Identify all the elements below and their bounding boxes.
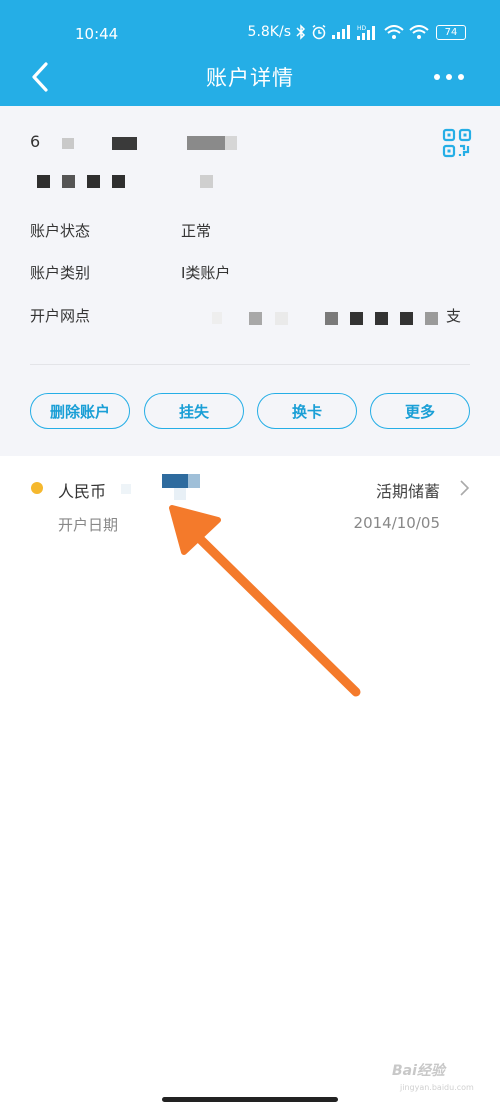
currency-label: 人民币: [58, 482, 107, 501]
wifi-icon: [384, 24, 404, 39]
replace-card-button[interactable]: 换卡: [257, 393, 357, 429]
mask-block: [62, 138, 74, 149]
mask-block: [225, 136, 237, 150]
network-speed: 5.8K/s: [247, 24, 291, 40]
mask-block: [350, 312, 363, 325]
mask-block: [212, 312, 222, 324]
delete-account-button[interactable]: 删除账户: [30, 393, 130, 429]
more-button[interactable]: 更多: [370, 393, 470, 429]
page-title: 账户详情: [206, 66, 294, 90]
watermark-logo: Bai经验: [392, 1063, 445, 1079]
account-card: 6 账户状态 正常 账户类别 I类账户 开户网点 支 删除账户 挂失 换卡 更多: [0, 106, 500, 456]
wifi-icon: [409, 24, 429, 39]
mask-block: [425, 312, 438, 325]
mask-block: [275, 312, 288, 325]
mask-block: [200, 175, 213, 188]
account-category-value: I类账户: [181, 264, 231, 282]
status-icons: 5.8K/s HD 74: [248, 24, 466, 40]
account-status-value: 正常: [181, 222, 212, 240]
battery-icon: 74: [436, 24, 466, 40]
mask-block: [400, 312, 413, 325]
account-status-label: 账户状态: [30, 222, 91, 240]
mask-block: [37, 175, 50, 188]
home-indicator[interactable]: [162, 1097, 338, 1102]
open-date-label: 开户日期: [58, 516, 119, 534]
mask-block: [249, 312, 262, 325]
app-header: 10:44 5.8K/s HD 74 账户详情: [0, 0, 500, 106]
mask-block: [188, 474, 200, 488]
mask-block: [112, 175, 125, 188]
mask-block: [325, 312, 338, 325]
opening-branch-value: 支: [446, 307, 462, 325]
mask-block: [112, 137, 137, 150]
account-number-prefix: 6: [30, 132, 41, 151]
signal-icon: [332, 25, 350, 39]
account-category-label: 账户类别: [30, 264, 91, 282]
bluetooth-icon: [296, 24, 306, 40]
account-type-label: 活期储蓄: [375, 482, 440, 501]
hd-signal-icon: HD: [357, 25, 375, 40]
divider: [30, 364, 470, 365]
mask-block: [187, 136, 225, 150]
mask-block: [162, 474, 188, 488]
more-dots-icon[interactable]: [432, 66, 466, 88]
watermark-url: jingyan.baidu.com: [400, 1083, 474, 1092]
alarm-icon: [312, 24, 326, 40]
mask-block: [121, 484, 131, 494]
status-time: 10:44: [75, 25, 119, 43]
mask-block: [62, 175, 75, 188]
mask-block: [375, 312, 388, 325]
chevron-right-icon: [460, 480, 470, 496]
subaccount-list-item[interactable]: 人民币 活期储蓄 开户日期 2014/10/05: [0, 456, 500, 546]
open-date-value: 2014/10/05: [353, 514, 440, 532]
report-loss-button[interactable]: 挂失: [144, 393, 244, 429]
status-dot: [31, 482, 43, 494]
status-bar: 10:44 5.8K/s HD 74: [0, 0, 500, 52]
opening-branch-label: 开户网点: [30, 307, 91, 325]
qr-code-icon[interactable]: [442, 128, 472, 158]
svg-text:HD: HD: [357, 25, 367, 32]
mask-block: [174, 488, 186, 500]
mask-block: [87, 175, 100, 188]
